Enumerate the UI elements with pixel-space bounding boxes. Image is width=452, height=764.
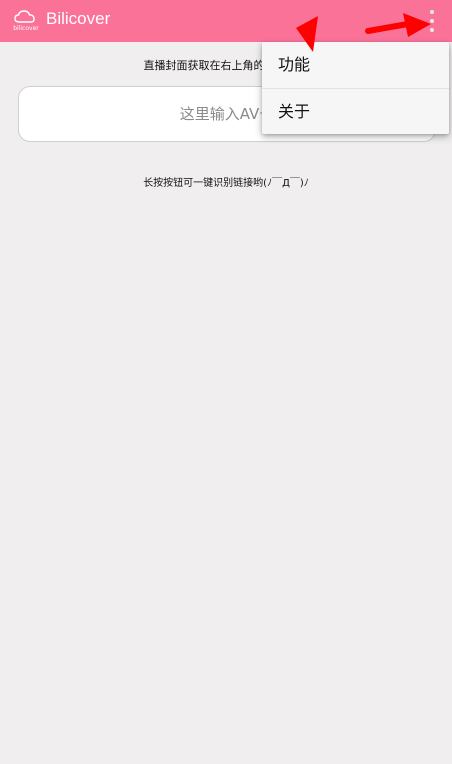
app-title: Bilicover <box>46 9 111 28</box>
app-logo: bilicover <box>12 8 40 34</box>
menu-item-about[interactable]: 关于 <box>262 89 449 135</box>
overflow-menu-button[interactable] <box>422 8 442 34</box>
dot <box>430 19 434 23</box>
toolbar: bilicover Bilicover <box>0 0 452 42</box>
dot <box>430 28 434 32</box>
logo-text: bilicover <box>13 25 39 32</box>
dot <box>430 10 434 14</box>
long-press-hint-text: 长按按钮可一键识别链接哟(ﾉ￣Д￣)ﾉ <box>143 178 309 189</box>
menu-item-function[interactable]: 功能 <box>262 42 449 88</box>
overflow-popup-menu: 功能 关于 <box>262 42 449 134</box>
app-screen: bilicover Bilicover 直播封面获取在右上角的功能菜单 长按按钮… <box>0 0 452 764</box>
cloud-logo-icon <box>14 10 35 23</box>
